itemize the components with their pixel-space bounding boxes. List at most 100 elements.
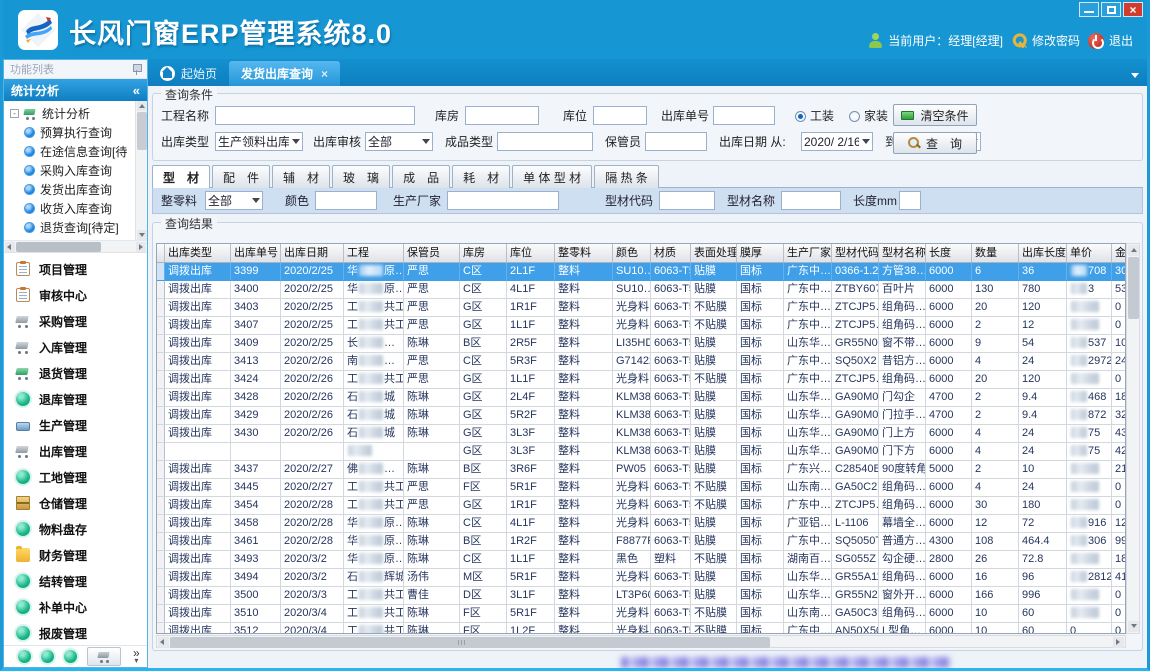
column-header[interactable]: 出库长度 — [1019, 244, 1067, 262]
column-header[interactable]: 数量 — [972, 244, 1019, 262]
scroll-thumb[interactable] — [16, 242, 101, 252]
change-password-button[interactable]: 修改密码 — [1011, 32, 1080, 49]
sidebar-item-退货管理[interactable]: 退货管理 — [4, 360, 147, 386]
tab-close-icon[interactable]: × — [321, 67, 328, 81]
tab-shipment-outbound-query[interactable]: 发货出库查询 × — [229, 61, 340, 86]
maximize-button[interactable] — [1101, 2, 1121, 17]
table-row[interactable]: G区3L3F整料KLM38176063-T5贴膜国标山东华…GA90M09.门下… — [157, 443, 1125, 461]
date-from-select[interactable]: 2020/ 2/16 — [801, 132, 873, 151]
order-no-input[interactable] — [713, 106, 775, 125]
table-row[interactable]: 调拨出库33992020/2/25华原…严思C区2L1F整料SU10…6063-… — [157, 263, 1125, 281]
cart-shortcut-button[interactable] — [87, 647, 121, 666]
sidebar-item-报废管理[interactable]: 报废管理 — [4, 620, 147, 645]
sidebar-item-出库管理[interactable]: 出库管理 — [4, 438, 147, 464]
sidebar-item-项目管理[interactable]: 项目管理 — [4, 256, 147, 282]
tree-expander-icon[interactable]: - — [10, 109, 19, 118]
column-header[interactable]: 材质 — [651, 244, 691, 262]
table-row[interactable]: 调拨出库34292020/2/26石城陈琳G区5R2F整料KLM38176063… — [157, 407, 1125, 425]
material-tab[interactable]: 成 品 — [392, 165, 450, 188]
warehouse-input[interactable] — [465, 106, 539, 125]
pin-icon[interactable] — [132, 64, 141, 75]
column-header[interactable]: 工程 — [344, 244, 404, 262]
tab-list-dropdown-icon[interactable] — [1131, 73, 1139, 78]
table-row[interactable]: 调拨出库34582020/2/28华原…陈琳C区4L1F整料光身料6063-T5… — [157, 515, 1125, 533]
table-row[interactable]: 调拨出库34072020/2/25工共工程严思G区1L1F整料光身料6063-T… — [157, 317, 1125, 335]
column-header[interactable]: 型材代码 — [832, 244, 879, 262]
search-button[interactable]: 查 询 — [893, 132, 977, 154]
collapse-button[interactable]: « — [133, 83, 140, 98]
material-tab[interactable]: 隔 热 条 — [594, 165, 659, 188]
tree-item[interactable]: 采购入库查询 — [4, 161, 135, 180]
column-header[interactable]: 金额 — [1112, 244, 1126, 262]
sidebar-item-补单中心[interactable]: 补单中心 — [4, 594, 147, 620]
table-row[interactable]: 调拨出库34452020/2/27工共工程严思F区5R1F整料光身料6063-T… — [157, 479, 1125, 497]
location-input[interactable] — [593, 106, 647, 125]
column-header[interactable]: 长度 — [926, 244, 972, 262]
whole-part-select[interactable]: 全部 — [205, 191, 263, 210]
scroll-left-arrow[interactable] — [5, 242, 15, 252]
grid-horizontal-scrollbar[interactable] — [156, 635, 1126, 648]
scroll-up-arrow[interactable] — [137, 101, 147, 111]
table-row[interactable]: 调拨出库34542020/2/28工共工程严思G区1R1F整料光身料6063-T… — [157, 497, 1125, 515]
length-input[interactable] — [899, 191, 921, 210]
column-header[interactable]: 出库单号 — [231, 244, 281, 262]
tree-item[interactable]: 退货查询[待定] — [4, 218, 135, 237]
close-button[interactable]: × — [1123, 2, 1143, 17]
radio-gongzhuang[interactable]: 工装 — [795, 106, 834, 126]
project-name-input[interactable] — [215, 106, 415, 125]
tree-item[interactable]: 预算执行查询 — [4, 123, 135, 142]
sidebar-item-生产管理[interactable]: 生产管理 — [4, 412, 147, 438]
material-tab[interactable]: 耗 材 — [452, 165, 510, 188]
sidebar-item-仓储管理[interactable]: 仓储管理 — [4, 490, 147, 516]
tree-root[interactable]: - 统计分析 — [4, 103, 135, 123]
sidebar-item-退库管理[interactable]: 退库管理 — [4, 386, 147, 412]
table-row[interactable]: 调拨出库34302020/2/26石城陈琳G区3L3F整料KLM38176063… — [157, 425, 1125, 443]
tree-vertical-scrollbar[interactable] — [135, 101, 147, 240]
table-row[interactable]: 调拨出库34002020/2/25华原…严思C区4L1F整料SU10…6063-… — [157, 281, 1125, 299]
material-tab[interactable]: 玻 璃 — [332, 165, 390, 188]
material-tab[interactable]: 配 件 — [212, 165, 270, 188]
color-input[interactable] — [315, 191, 377, 210]
product-type-input[interactable] — [497, 132, 593, 151]
column-header[interactable]: 膜厚 — [737, 244, 784, 262]
keeper-input[interactable] — [645, 132, 707, 151]
sidebar-item-入库管理[interactable]: 入库管理 — [4, 334, 147, 360]
scroll-down-arrow[interactable] — [1128, 621, 1139, 632]
column-header[interactable]: 颜色 — [613, 244, 651, 262]
table-row[interactable]: 调拨出库34282020/2/26石城陈琳G区2L4F整料KLM38176063… — [157, 389, 1125, 407]
profile-code-input[interactable] — [659, 191, 715, 210]
logout-button[interactable]: 退出 — [1088, 32, 1133, 49]
outbound-type-select[interactable]: 生产领料出库 — [215, 132, 303, 151]
table-row[interactable]: 调拨出库34032020/2/25工共工程严思G区1R1F整料光身料6063-T… — [157, 299, 1125, 317]
outbound-audit-select[interactable]: 全部 — [365, 132, 433, 151]
table-row[interactable]: 调拨出库34092020/2/25长…陈琳B区2R5F整料LI35HD6063-… — [157, 335, 1125, 353]
column-header[interactable]: 型材名称 — [879, 244, 926, 262]
minimize-button[interactable] — [1079, 2, 1099, 17]
profile-name-input[interactable] — [781, 191, 841, 210]
table-row[interactable]: 调拨出库34612020/2/28华原…陈琳B区1R2F整料F8877FT606… — [157, 533, 1125, 551]
column-header[interactable]: 单价 — [1067, 244, 1112, 262]
table-row[interactable]: 调拨出库34132020/2/26南…严思C区5R3F整料G714226063-… — [157, 353, 1125, 371]
tree-item[interactable]: 在途信息查询[待 — [4, 142, 135, 161]
module-shortcut-icon[interactable] — [18, 650, 31, 663]
scroll-thumb[interactable] — [137, 112, 147, 150]
clear-conditions-button[interactable]: 清空条件 — [893, 104, 977, 126]
column-header[interactable]: 出库类型 — [165, 244, 231, 262]
column-header[interactable]: 保管员 — [404, 244, 460, 262]
table-row[interactable]: 调拨出库35102020/3/4工共工程陈琳F区5R1F整料光身料6063-T5… — [157, 605, 1125, 623]
scroll-right-arrow[interactable] — [136, 242, 146, 252]
sidebar-item-采购管理[interactable]: 采购管理 — [4, 308, 147, 334]
sidebar-item-工地管理[interactable]: 工地管理 — [4, 464, 147, 490]
tab-home[interactable]: 起始页 — [148, 61, 229, 86]
column-header[interactable]: 生产厂家 — [784, 244, 832, 262]
sidebar-item-结转管理[interactable]: 结转管理 — [4, 568, 147, 594]
scroll-left-arrow[interactable] — [158, 637, 169, 648]
table-row[interactable]: 调拨出库35002020/3/3工共工程曹佳D区3L1F整料LT3P606063… — [157, 587, 1125, 605]
scroll-thumb[interactable] — [170, 637, 770, 648]
material-tab[interactable]: 单 体 型 材 — [512, 165, 592, 188]
material-tab[interactable]: 型 材 — [152, 165, 210, 188]
sidebar-item-审核中心[interactable]: 审核中心 — [4, 282, 147, 308]
sidebar-item-物料盘存[interactable]: 物料盘存 — [4, 516, 147, 542]
tree-item[interactable]: 发货出库查询 — [4, 180, 135, 199]
maker-input[interactable] — [447, 191, 559, 210]
